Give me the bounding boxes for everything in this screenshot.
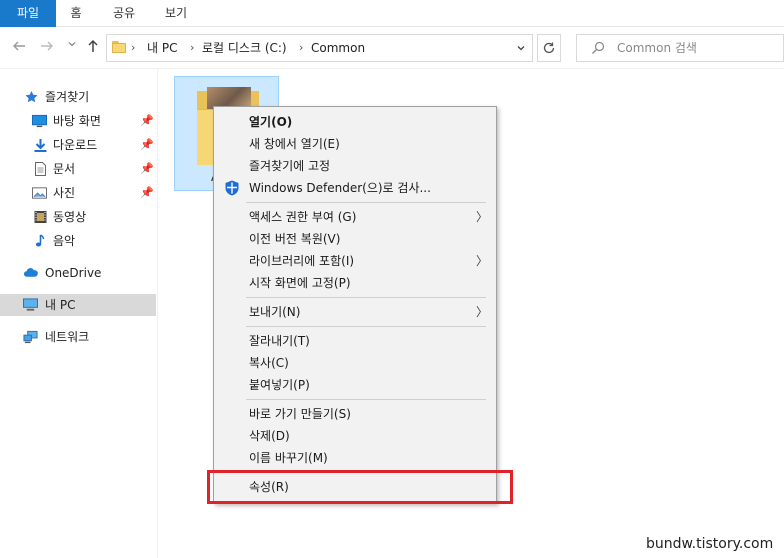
sidebar-item-label: 문서 xyxy=(53,162,76,176)
forward-button[interactable] xyxy=(38,38,56,56)
pin-icon: 📌 xyxy=(140,138,154,151)
menu-separator xyxy=(246,399,486,400)
arrow-up-icon xyxy=(88,39,98,52)
video-icon xyxy=(34,211,47,223)
pin-icon: 📌 xyxy=(140,114,154,127)
breadcrumb-my-pc[interactable]: 내 PC xyxy=(147,35,177,61)
address-bar[interactable]: › 내 PC › 로컬 디스크 (C:) › Common xyxy=(106,34,533,62)
sidebar-item-desktop[interactable]: 바탕 화면 📌 xyxy=(0,110,156,132)
sidebar-item-label: 내 PC xyxy=(45,298,76,312)
menu-item-paste[interactable]: 붙여넣기(P) xyxy=(214,374,496,396)
back-button[interactable] xyxy=(10,38,28,56)
breadcrumb-separator: › xyxy=(299,41,304,54)
search-icon xyxy=(592,41,605,54)
menu-item-pin-quick-access[interactable]: 즐겨찾기에 고정 xyxy=(214,155,496,177)
sidebar-item-downloads[interactable]: 다운로드 📌 xyxy=(0,134,156,156)
highlight-annotation xyxy=(207,470,513,504)
address-dropdown-button[interactable] xyxy=(511,35,531,61)
arrow-left-icon xyxy=(13,41,25,51)
chevron-right-icon: 〉 xyxy=(476,210,489,224)
menu-separator xyxy=(246,202,486,203)
sidebar-item-onedrive[interactable]: OneDrive xyxy=(0,262,156,284)
tab-share[interactable]: 공유 xyxy=(104,0,144,27)
tab-view[interactable]: 보기 xyxy=(156,0,196,27)
cloud-icon xyxy=(23,268,38,277)
tab-home[interactable]: 홈 xyxy=(60,0,92,27)
chevron-right-icon: 〉 xyxy=(476,305,489,319)
sidebar-item-videos[interactable]: 동영상 xyxy=(0,206,156,228)
tab-file[interactable]: 파일 xyxy=(0,0,56,27)
chevron-down-icon xyxy=(517,46,525,51)
sidebar-item-documents[interactable]: 문서 📌 xyxy=(0,158,156,180)
menu-item-give-access[interactable]: 액세스 권한 부여 (G) 〉 xyxy=(214,206,496,228)
document-icon xyxy=(35,162,46,176)
desktop-icon xyxy=(32,114,47,128)
menu-item-cut[interactable]: 잘라내기(T) xyxy=(214,330,496,352)
windows-defender-icon xyxy=(225,180,239,196)
ribbon: 파일 홈 공유 보기 xyxy=(0,0,784,27)
breadcrumb-common[interactable]: Common xyxy=(311,35,365,61)
folder-icon xyxy=(112,41,126,53)
sidebar-item-label: 즐겨찾기 xyxy=(45,90,90,104)
watermark: bundw.tistory.com xyxy=(646,536,774,552)
chevron-right-icon: 〉 xyxy=(476,254,489,268)
up-button[interactable] xyxy=(84,38,102,56)
sidebar-item-label: 사진 xyxy=(53,186,76,200)
navigation-pane: 즐겨찾기 바탕 화면 📌 다운로드 📌 문서 📌 사진 📌 동영상 음악 One… xyxy=(0,69,158,558)
search-box[interactable]: Common 검색 xyxy=(576,34,784,62)
refresh-button[interactable] xyxy=(537,34,561,62)
breadcrumb-local-disk[interactable]: 로컬 디스크 (C:) xyxy=(202,35,287,61)
menu-item-pin-start[interactable]: 시작 화면에 고정(P) xyxy=(214,272,496,294)
sidebar-item-label: 음악 xyxy=(53,234,76,248)
breadcrumb-separator: › xyxy=(190,41,195,54)
pin-icon: 📌 xyxy=(140,186,154,199)
sidebar-item-label: 다운로드 xyxy=(53,138,98,152)
chevron-down-icon xyxy=(68,42,76,47)
network-icon xyxy=(23,330,38,344)
sidebar-item-this-pc[interactable]: 내 PC xyxy=(0,294,156,316)
sidebar-item-label: 네트워크 xyxy=(45,330,90,344)
sidebar-item-label: OneDrive xyxy=(45,266,102,280)
menu-item-copy[interactable]: 복사(C) xyxy=(214,352,496,374)
menu-item-send-to[interactable]: 보내기(N) 〉 xyxy=(214,301,496,323)
menu-separator xyxy=(246,326,486,327)
music-icon xyxy=(35,234,45,247)
download-icon xyxy=(34,139,47,152)
menu-item-delete[interactable]: 삭제(D) xyxy=(214,425,496,447)
menu-item-open[interactable]: 열기(O) xyxy=(214,111,496,133)
sidebar-item-network[interactable]: 네트워크 xyxy=(0,326,156,348)
menu-item-restore-versions[interactable]: 이전 버전 복원(V) xyxy=(214,228,496,250)
breadcrumb-separator: › xyxy=(131,41,136,54)
menu-item-include-library[interactable]: 라이브러리에 포함(I) 〉 xyxy=(214,250,496,272)
sidebar-item-label: 바탕 화면 xyxy=(53,114,101,128)
arrow-right-icon xyxy=(41,41,53,51)
star-icon xyxy=(25,91,38,103)
sidebar-item-quick-access[interactable]: 즐겨찾기 xyxy=(0,86,156,108)
menu-item-create-shortcut[interactable]: 바로 가기 만들기(S) xyxy=(214,403,496,425)
computer-icon xyxy=(23,298,38,311)
sidebar-item-music[interactable]: 음악 xyxy=(0,230,156,252)
navigation-bar: › 내 PC › 로컬 디스크 (C:) › Common Common 검색 xyxy=(0,27,784,69)
refresh-icon xyxy=(543,42,555,53)
sidebar-item-label: 동영상 xyxy=(53,210,87,224)
pin-icon: 📌 xyxy=(140,162,154,175)
context-menu: 열기(O) 새 창에서 열기(E) 즐겨찾기에 고정 Windows Defen… xyxy=(213,106,497,504)
recent-locations-button[interactable] xyxy=(63,38,81,56)
menu-item-defender-scan[interactable]: Windows Defender(으)로 검사... xyxy=(214,177,496,199)
sidebar-item-pictures[interactable]: 사진 📌 xyxy=(0,182,156,204)
menu-item-rename[interactable]: 이름 바꾸기(M) xyxy=(214,447,496,469)
menu-item-open-new-window[interactable]: 새 창에서 열기(E) xyxy=(214,133,496,155)
menu-separator xyxy=(246,297,486,298)
search-input[interactable]: Common 검색 xyxy=(617,35,697,61)
picture-icon xyxy=(32,187,47,199)
